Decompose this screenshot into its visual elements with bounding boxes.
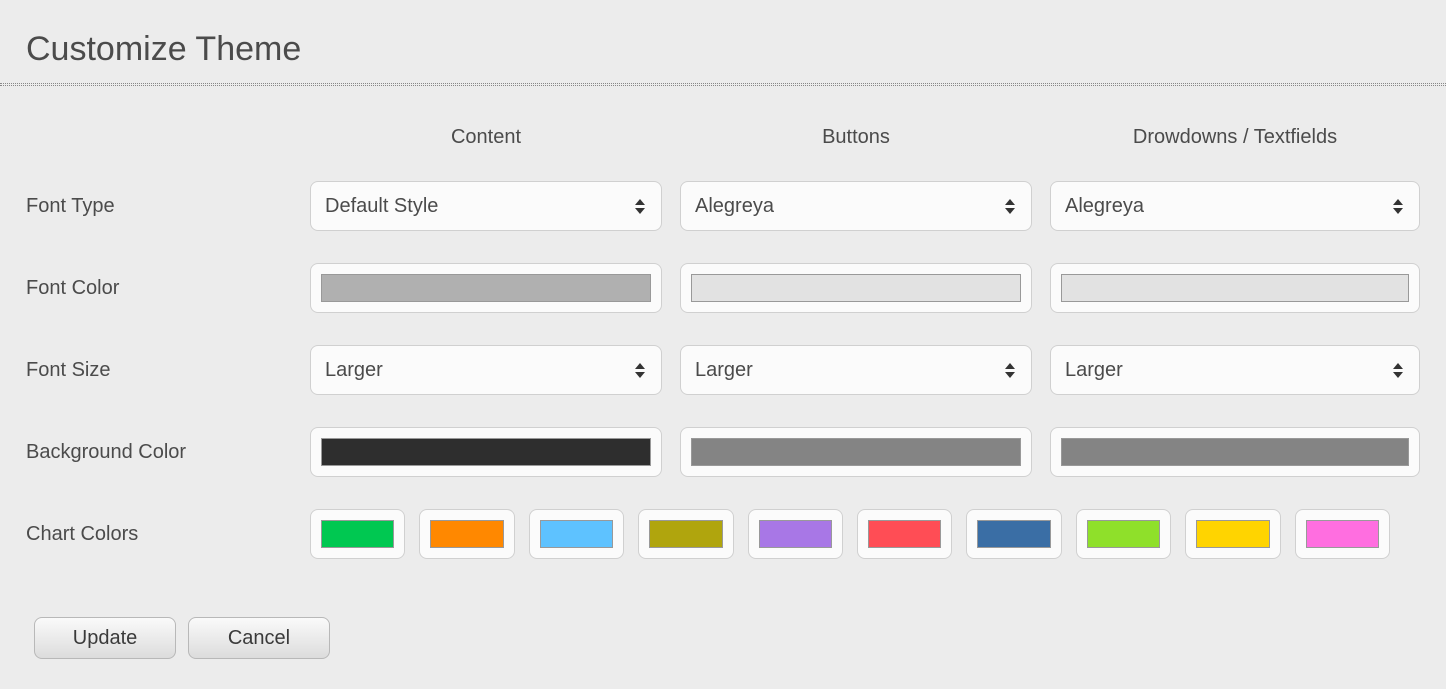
font-size-dropdowns-value: Larger [1065,359,1123,382]
font-color-content-value [321,274,651,302]
chart-color-value-8 [1196,520,1269,548]
updown-icon [1391,195,1405,217]
column-header-buttons: Buttons [680,126,1050,181]
chart-color-value-2 [540,520,613,548]
chart-color-value-4 [759,520,832,548]
bg-color-dropdowns-swatch[interactable] [1050,427,1420,477]
bg-color-content-swatch[interactable] [310,427,662,477]
font-type-buttons-select[interactable]: Alegreya [680,181,1032,231]
chart-color-value-7 [1087,520,1160,548]
column-header-content: Content [310,126,680,181]
updown-icon [1003,359,1017,381]
font-size-buttons-select[interactable]: Larger [680,345,1032,395]
font-type-content-select[interactable]: Default Style [310,181,662,231]
update-button[interactable]: Update [34,617,176,659]
bg-color-dropdowns-value [1061,438,1409,466]
chart-color-swatch-6[interactable] [966,509,1061,559]
row-label-chart-colors: Chart Colors [26,509,310,559]
cancel-button[interactable]: Cancel [188,617,330,659]
font-color-buttons-swatch[interactable] [680,263,1032,313]
bg-color-buttons-swatch[interactable] [680,427,1032,477]
button-bar: Update Cancel [0,559,1446,659]
font-size-content-select[interactable]: Larger [310,345,662,395]
font-size-dropdowns-select[interactable]: Larger [1050,345,1420,395]
font-type-dropdowns-value: Alegreya [1065,195,1144,218]
updown-icon [1391,359,1405,381]
chart-color-value-5 [868,520,941,548]
row-label-background-color: Background Color [26,427,310,509]
font-color-dropdowns-swatch[interactable] [1050,263,1420,313]
font-type-content-value: Default Style [325,195,438,218]
font-color-buttons-value [691,274,1021,302]
font-size-buttons-value: Larger [695,359,753,382]
updown-icon [1003,195,1017,217]
updown-icon [633,359,647,381]
font-color-dropdowns-value [1061,274,1409,302]
chart-color-swatch-0[interactable] [310,509,405,559]
font-type-dropdowns-select[interactable]: Alegreya [1050,181,1420,231]
chart-color-swatch-9[interactable] [1295,509,1390,559]
bg-color-buttons-value [691,438,1021,466]
chart-color-swatch-5[interactable] [857,509,952,559]
chart-color-value-1 [430,520,503,548]
font-color-content-swatch[interactable] [310,263,662,313]
chart-color-swatch-2[interactable] [529,509,624,559]
chart-color-swatch-1[interactable] [419,509,514,559]
row-label-font-color: Font Color [26,263,310,345]
chart-color-swatch-4[interactable] [748,509,843,559]
chart-color-value-6 [977,520,1050,548]
chart-color-value-9 [1306,520,1379,548]
updown-icon [633,195,647,217]
bg-color-content-value [321,438,651,466]
column-header-dropdowns: Drowdowns / Textfields [1050,126,1420,181]
chart-colors-row [310,509,1390,559]
page-title: Customize Theme [0,0,1446,84]
font-type-buttons-value: Alegreya [695,195,774,218]
row-label-font-type: Font Type [26,181,310,263]
row-label-font-size: Font Size [26,345,310,427]
theme-form: Content Buttons Drowdowns / Textfields F… [0,86,1446,559]
font-size-content-value: Larger [325,359,383,382]
chart-color-swatch-3[interactable] [638,509,733,559]
chart-color-swatch-7[interactable] [1076,509,1171,559]
chart-color-value-0 [321,520,394,548]
chart-color-swatch-8[interactable] [1185,509,1280,559]
chart-color-value-3 [649,520,722,548]
